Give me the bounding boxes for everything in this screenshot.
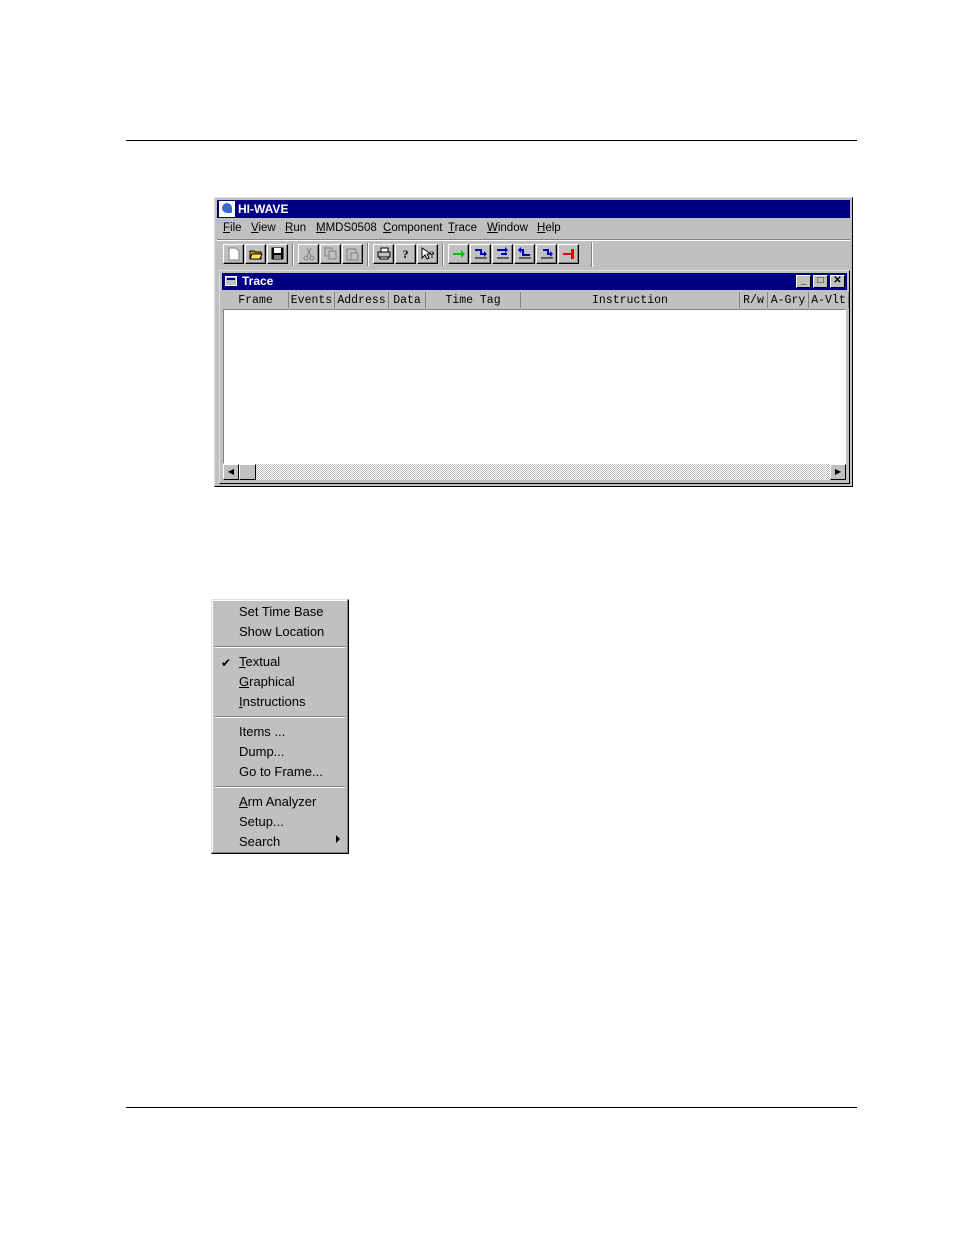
close-button[interactable]: ✕	[830, 275, 845, 288]
new-file-icon[interactable]	[223, 244, 244, 264]
menu-item-dump[interactable]: Dump...	[239, 743, 285, 761]
hi-wave-window: HI-WAVE File View Run MMDS0508 Component…	[214, 197, 853, 487]
trace-titlebar[interactable]: Trace _ □ ✕	[222, 273, 847, 290]
start-icon[interactable]	[448, 244, 469, 264]
menu-bar: File View Run MMDS0508 Component Trace W…	[217, 219, 850, 238]
column-time-tag[interactable]: Time Tag	[426, 292, 521, 308]
trace-window: Trace _ □ ✕ Frame Events Address Data Ti…	[219, 270, 850, 484]
menu-separator	[215, 646, 345, 648]
maximize-button[interactable]: □	[813, 275, 828, 288]
column-frame[interactable]: Frame	[223, 292, 289, 308]
menu-help[interactable]: Help	[537, 219, 561, 238]
column-a-vlt[interactable]: A-Vlt	[809, 292, 849, 308]
single-step-icon[interactable]	[470, 244, 491, 264]
page-bottom-rule	[126, 1107, 857, 1108]
assembly-step-icon[interactable]	[536, 244, 557, 264]
toolbar-separator	[442, 243, 444, 266]
svg-text:?: ?	[430, 250, 435, 260]
menu-view[interactable]: View	[251, 219, 276, 238]
menu-mmds0508[interactable]: MMDS0508	[316, 219, 377, 238]
context-help-icon[interactable]: ?	[417, 244, 438, 264]
step-out-icon[interactable]	[514, 244, 535, 264]
help-icon[interactable]: ?	[395, 244, 416, 264]
toolbar-separator	[292, 243, 294, 266]
toolbar: ? ?	[217, 239, 850, 268]
trace-data-area[interactable]	[223, 309, 846, 464]
scroll-left-icon[interactable]: ◀	[223, 464, 239, 480]
menu-component[interactable]: Component	[383, 219, 442, 238]
menu-item-search[interactable]: Search	[239, 833, 280, 851]
print-icon[interactable]	[373, 244, 394, 264]
trace-context-menu: Set Time Base Show Location ✔ Textual Gr…	[211, 599, 349, 854]
minimize-button[interactable]: _	[796, 275, 811, 288]
halt-icon[interactable]	[558, 244, 579, 264]
trace-column-header: Frame Events Address Data Time Tag Instr…	[223, 292, 849, 309]
menu-window[interactable]: Window	[487, 219, 528, 238]
menu-file[interactable]: File	[223, 219, 242, 238]
app-titlebar[interactable]: HI-WAVE	[217, 200, 850, 218]
menu-item-graphical[interactable]: Graphical	[239, 673, 295, 691]
menu-separator	[215, 786, 345, 788]
window-menu-icon[interactable]	[225, 276, 237, 286]
toolbar-end-separator	[591, 242, 593, 267]
app-title: HI-WAVE	[238, 202, 289, 216]
page-top-rule	[126, 140, 857, 141]
menu-item-arm-analyzer[interactable]: Arm Analyzer	[239, 793, 316, 811]
column-instruction[interactable]: Instruction	[521, 292, 740, 308]
copy-icon[interactable]	[320, 244, 341, 264]
open-folder-icon[interactable]	[245, 244, 266, 264]
column-address[interactable]: Address	[335, 292, 389, 308]
menu-item-go-to-frame[interactable]: Go to Frame...	[239, 763, 323, 781]
menu-item-show-location[interactable]: Show Location	[239, 623, 324, 641]
horizontal-scrollbar[interactable]: ◀ ▶	[223, 464, 846, 480]
toolbar-separator	[367, 243, 369, 266]
menu-item-setup[interactable]: Setup...	[239, 813, 284, 831]
menu-item-items[interactable]: Items ...	[239, 723, 285, 741]
save-icon[interactable]	[267, 244, 288, 264]
menu-item-textual[interactable]: Textual	[239, 653, 280, 671]
cut-icon[interactable]	[298, 244, 319, 264]
paste-icon[interactable]	[342, 244, 363, 264]
column-a-gry[interactable]: A-Gry	[768, 292, 809, 308]
menu-run[interactable]: Run	[285, 219, 306, 238]
scroll-right-icon[interactable]: ▶	[830, 464, 846, 480]
menu-trace[interactable]: Trace	[448, 219, 477, 238]
trace-title: Trace	[242, 274, 274, 288]
column-events[interactable]: Events	[289, 292, 335, 308]
menu-separator	[215, 716, 345, 718]
column-data[interactable]: Data	[389, 292, 426, 308]
column-r-w[interactable]: R/w	[740, 292, 768, 308]
submenu-arrow-icon	[336, 835, 340, 843]
hi-wave-logo-icon	[219, 201, 235, 217]
menu-item-instructions[interactable]: Instructions	[239, 693, 306, 711]
scroll-thumb[interactable]	[239, 464, 256, 480]
menu-item-set-time-base[interactable]: Set Time Base	[239, 603, 324, 621]
step-over-icon[interactable]	[492, 244, 513, 264]
checkmark-icon: ✔	[221, 656, 232, 670]
